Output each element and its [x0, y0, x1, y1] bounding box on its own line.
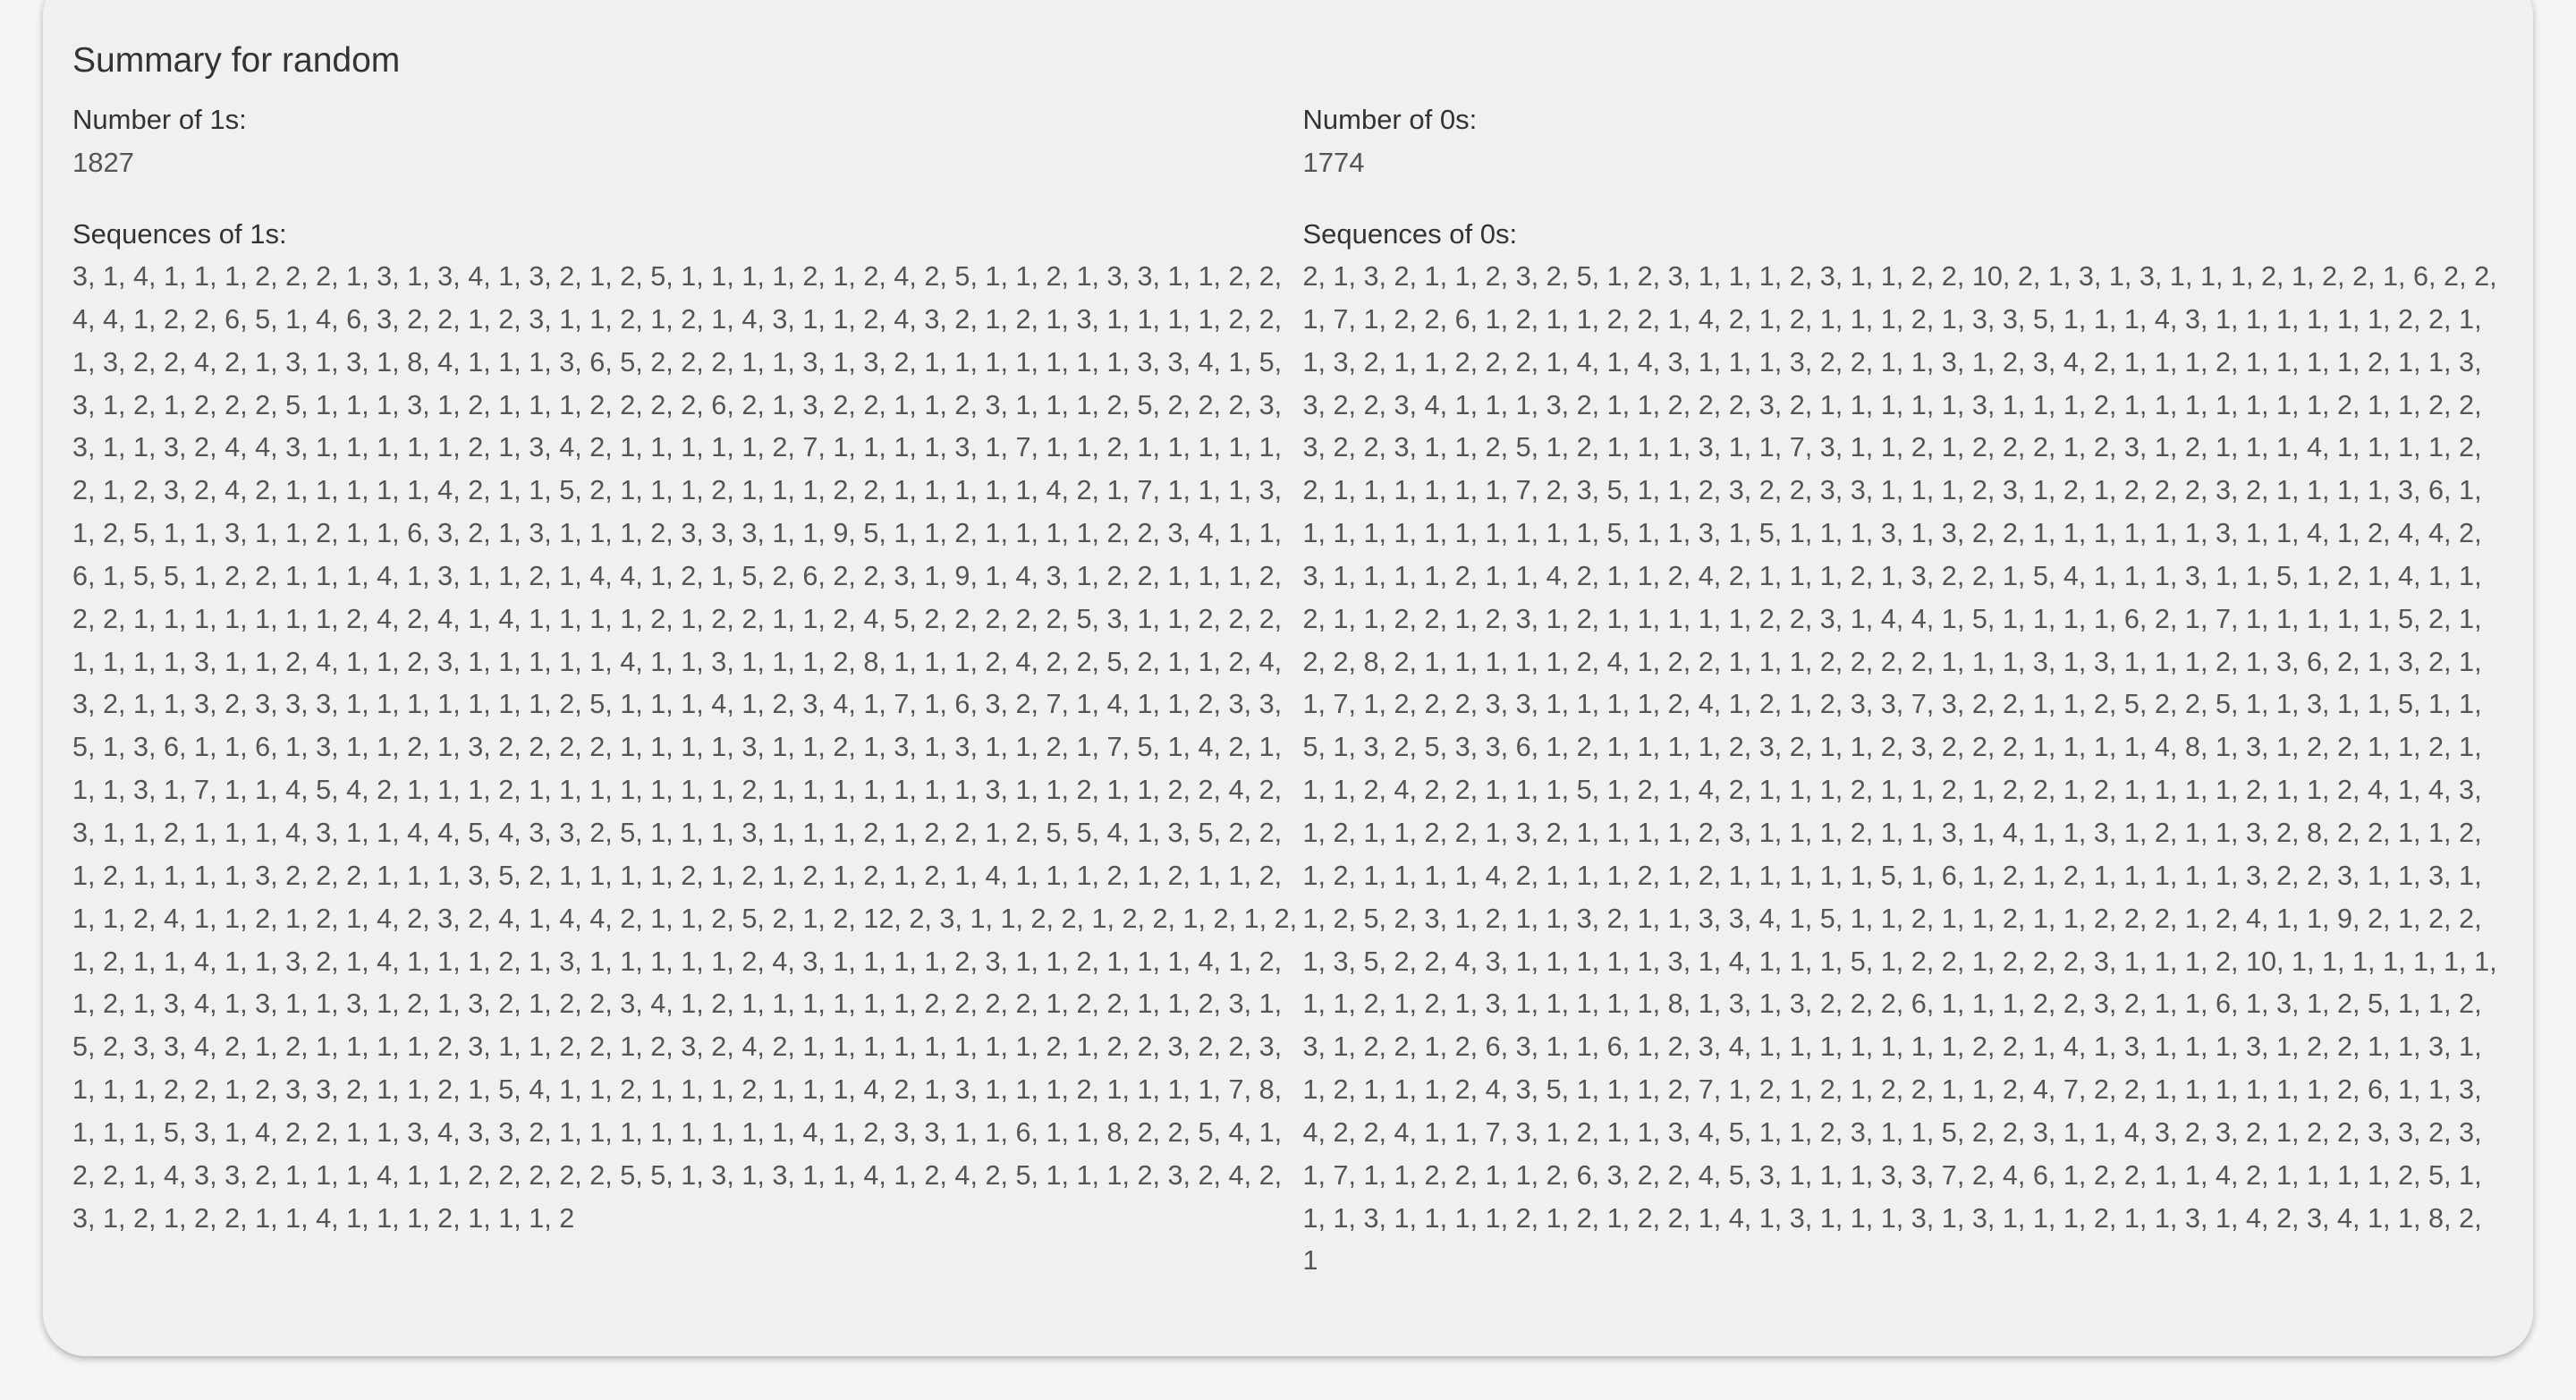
zeros-count-value: 1774 [1302, 147, 1365, 178]
zeros-sequences-label: Sequences of 0s: [1302, 218, 1518, 250]
ones-count-value: 1827 [72, 147, 134, 178]
summary-title: Summary for random [72, 41, 401, 80]
summary-columns: Number of 1s: 1827 Sequences of 1s: 3, 1… [72, 98, 2503, 1283]
zeros-column: Number of 0s: 1774 Sequences of 0s: 2, 1… [1303, 98, 2504, 1283]
ones-count-label: Number of 1s: [72, 104, 247, 135]
zeros-count-label: Number of 0s: [1302, 104, 1478, 135]
ones-sequences-label: Sequences of 1s: [72, 218, 287, 250]
ones-column: Number of 1s: 1827 Sequences of 1s: 3, 1… [72, 98, 1303, 1283]
summary-card: Summary for random Number of 1s: 1827 Se… [43, 0, 2533, 1356]
ones-sequences-text: 3, 1, 4, 1, 1, 1, 2, 2, 2, 1, 3, 1, 3, 4… [72, 261, 1298, 1234]
zeros-sequences-text: 2, 1, 3, 2, 1, 1, 2, 3, 2, 5, 1, 2, 3, 1… [1302, 261, 2497, 1277]
